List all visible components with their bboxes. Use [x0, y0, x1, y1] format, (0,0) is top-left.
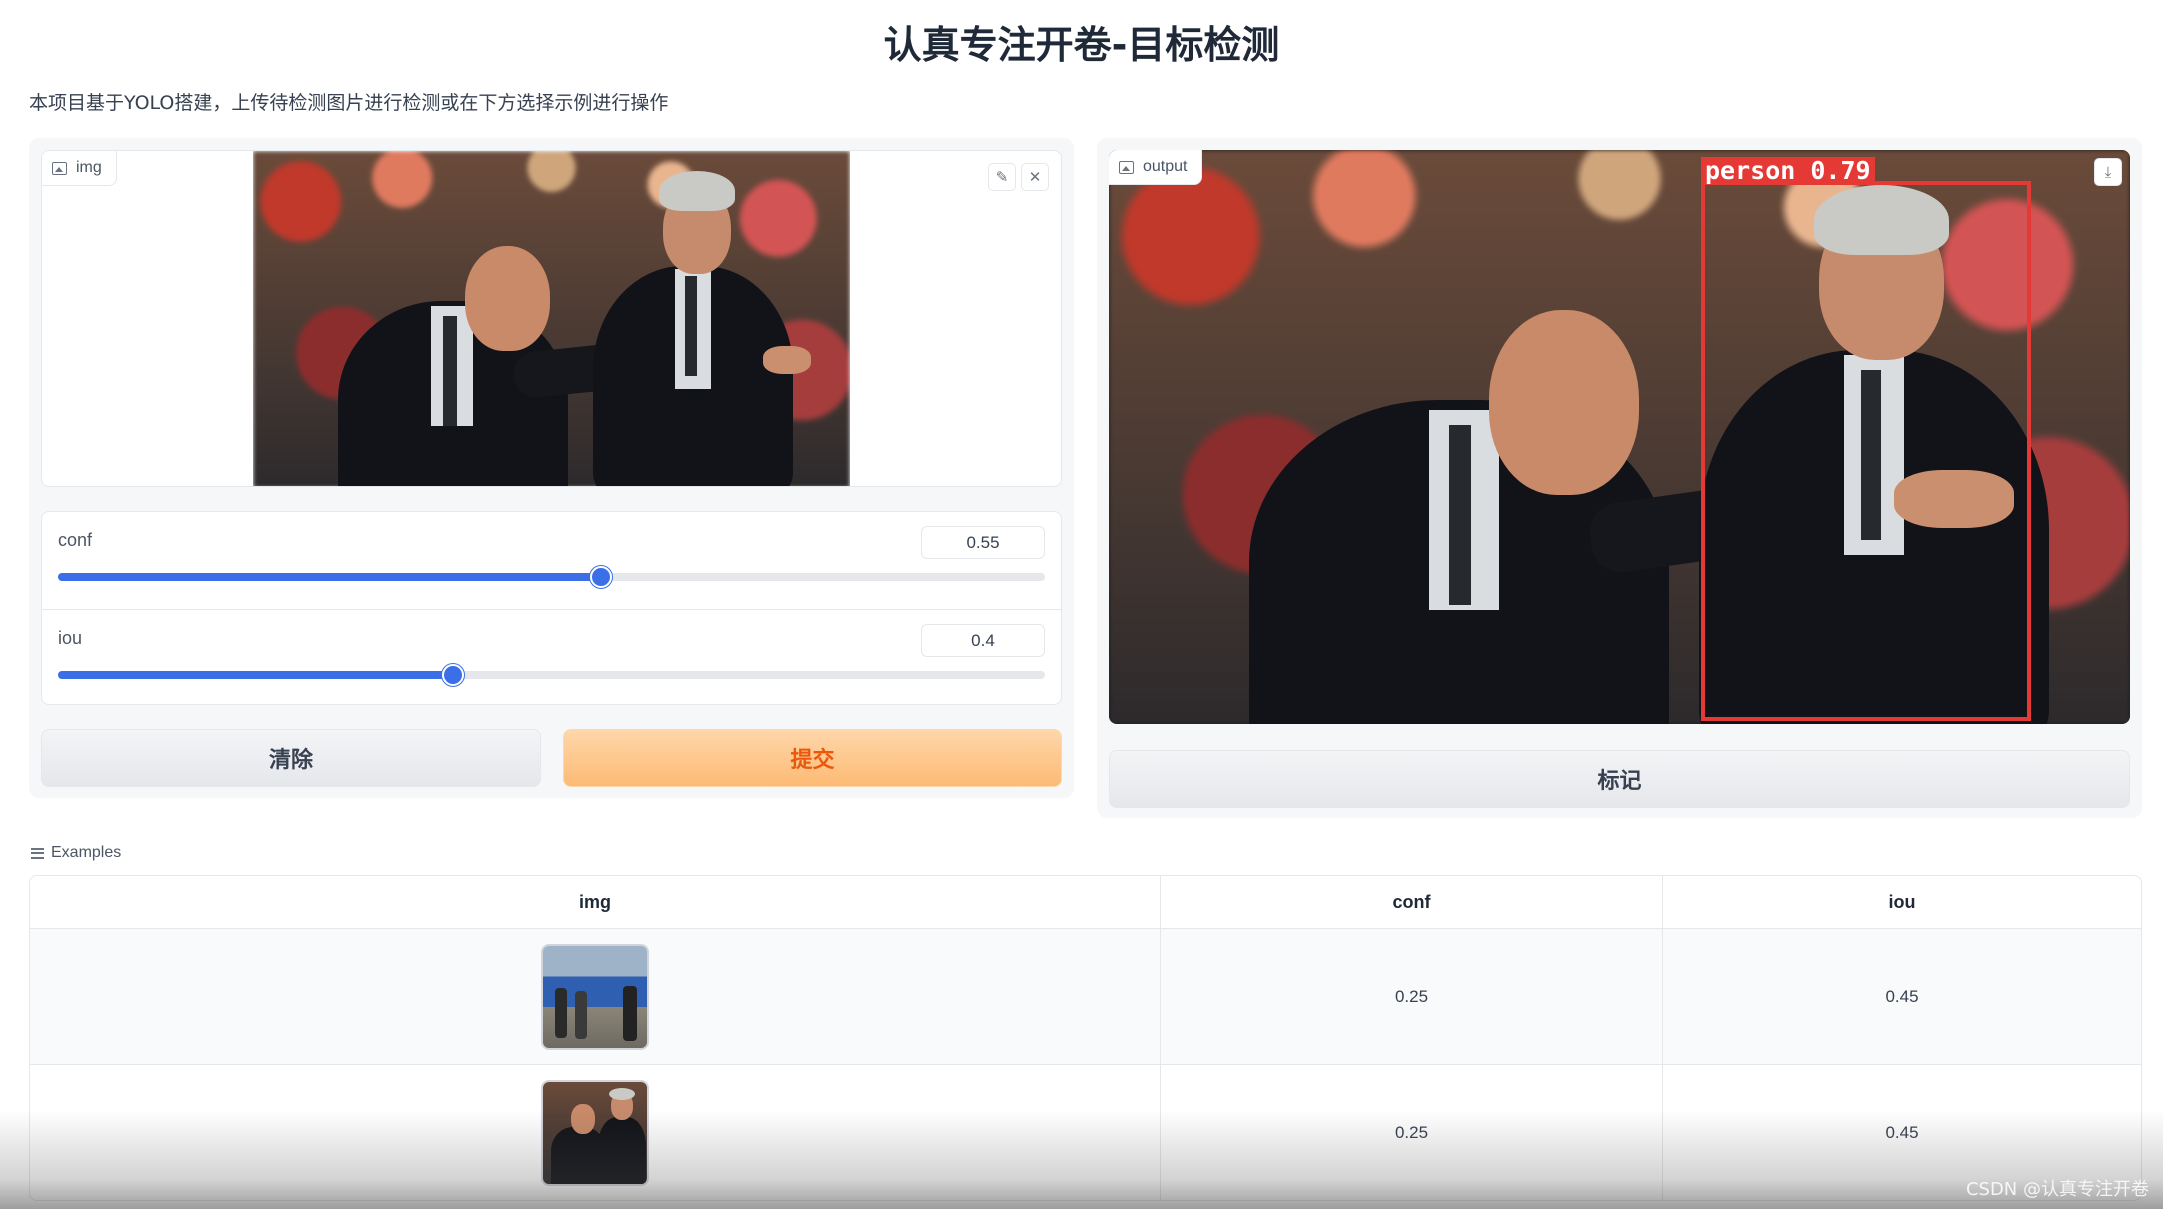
close-icon[interactable]: ✕: [1021, 163, 1049, 191]
download-icon[interactable]: ⤓: [2094, 158, 2122, 186]
input-panel: img ✎ ✕ conf 0.55 iou 0.4 清除 提交: [29, 138, 1074, 798]
submit-button[interactable]: 提交: [563, 729, 1062, 787]
conf-slider-fill: [58, 573, 601, 581]
conf-number-input[interactable]: 0.55: [921, 526, 1045, 559]
iou-slider-thumb[interactable]: [441, 664, 464, 686]
slider-panel: conf 0.55 iou 0.4: [41, 511, 1062, 705]
iou-slider-row: iou 0.4: [42, 609, 1061, 705]
examples-label: Examples: [51, 844, 122, 861]
page-description: 本项目基于YOLO搭建，上传待检测图片进行检测或在下方选择示例进行操作: [29, 92, 669, 114]
table-row[interactable]: 0.25 0.45: [30, 1064, 2141, 1200]
examples-header: Examples: [31, 844, 121, 862]
iou-slider-fill: [58, 671, 453, 679]
column-header-conf: conf: [1160, 876, 1662, 928]
iou-number-input[interactable]: 0.4: [921, 624, 1045, 657]
example-conf-cell: 0.25: [1160, 1065, 1662, 1200]
examples-table: img conf iou 0.25 0.45 0.25 0.45: [29, 875, 2142, 1201]
example-thumbnail-coaches[interactable]: [541, 1079, 649, 1186]
output-image-area: output ⤓ person 0.79: [1109, 150, 2130, 724]
detection-box: [1701, 181, 2031, 721]
image-icon: [52, 161, 67, 175]
conf-slider-thumb[interactable]: [589, 566, 612, 588]
output-panel: output ⤓ person 0.79 标记: [1097, 138, 2142, 818]
list-icon: [31, 847, 44, 859]
image-icon: [1119, 160, 1134, 174]
img-label: img: [76, 159, 102, 176]
page-title: 认真专注开卷-目标检测: [883, 23, 1280, 67]
table-header-row: img conf iou: [30, 876, 2141, 928]
conf-slider-track[interactable]: [58, 566, 1045, 588]
image-upload-area[interactable]: img ✎ ✕: [41, 150, 1062, 487]
example-conf-cell: 0.25: [1160, 929, 1662, 1064]
img-label-chip: img: [42, 151, 117, 186]
example-iou-cell: 0.45: [1662, 929, 2141, 1064]
column-header-iou: iou: [1662, 876, 2141, 928]
conf-label: conf: [58, 530, 93, 550]
table-row[interactable]: 0.25 0.45: [30, 928, 2141, 1064]
column-header-img: img: [578, 891, 611, 912]
example-thumbnail-bus[interactable]: [541, 943, 649, 1050]
clear-button[interactable]: 清除: [41, 729, 541, 787]
conf-slider-row: conf 0.55: [42, 512, 1061, 608]
detection-label: person 0.79: [1701, 157, 1875, 185]
input-photo: [253, 151, 850, 486]
mark-button[interactable]: 标记: [1109, 750, 2130, 808]
output-label: output: [1143, 158, 1188, 175]
iou-label: iou: [58, 628, 83, 648]
watermark: CSDN @认真专注开卷: [1965, 1179, 2149, 1200]
output-label-chip: output: [1109, 150, 1203, 185]
iou-slider-track[interactable]: [58, 664, 1045, 686]
edit-icon[interactable]: ✎: [988, 163, 1016, 191]
